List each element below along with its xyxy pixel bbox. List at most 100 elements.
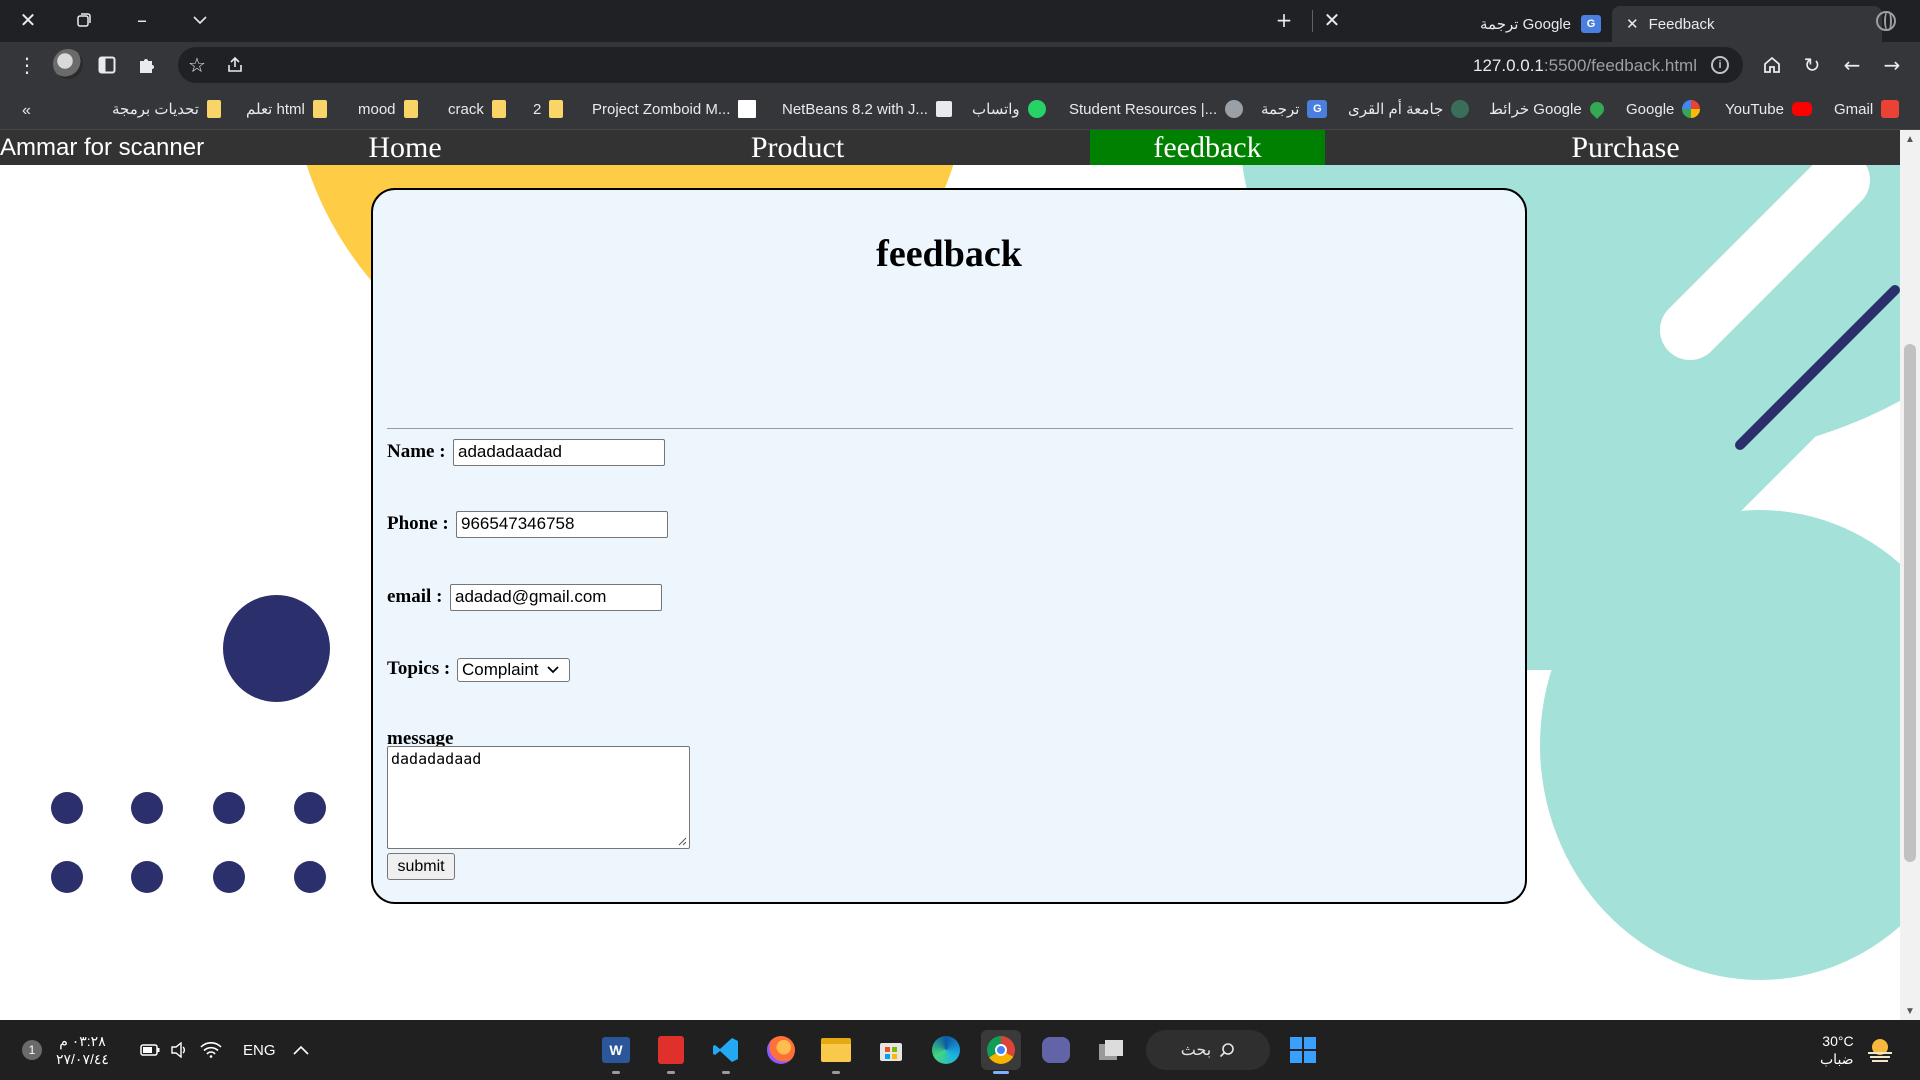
bookmark-label: YouTube: [1725, 100, 1784, 118]
bookmark-folder-crack[interactable]: crack: [448, 96, 506, 122]
gmail-icon: [1881, 100, 1900, 118]
task-view-icon[interactable]: [1091, 1030, 1131, 1070]
bookmark-label: crack: [448, 100, 484, 118]
restore-window-icon[interactable]: [68, 6, 100, 34]
bookmark-netbeans[interactable]: NetBeans 8.2 with J...: [782, 96, 952, 122]
bookmark-label: تعلم html: [246, 101, 305, 118]
bookmark-folder-learn-html[interactable]: تعلم html: [246, 96, 327, 122]
topics-label: Topics :: [387, 658, 451, 679]
folder-icon: [549, 100, 564, 118]
url-text: 127.0.0.1:5500/feedback.html: [1473, 56, 1697, 76]
bookmark-label: جامعة أم القرى: [1348, 101, 1444, 118]
resize-grip-icon[interactable]: [677, 836, 687, 846]
edge-icon[interactable]: [926, 1030, 966, 1070]
new-tab-button[interactable]: +: [1268, 6, 1300, 34]
topics-select[interactable]: Complaint: [457, 658, 570, 682]
close-tab-icon[interactable]: ✕: [1316, 6, 1348, 34]
bookmark-gmail[interactable]: Gmail: [1834, 96, 1900, 122]
tab-google-translate[interactable]: ترجمة Google G: [1466, 6, 1621, 42]
word-icon[interactable]: W: [596, 1030, 636, 1074]
site-navbar: Ammar for scanner Home Product feedback …: [0, 130, 1900, 165]
bookmark-folder-2[interactable]: 2: [533, 96, 564, 122]
teams-icon[interactable]: [1036, 1030, 1076, 1070]
scroll-up-arrow-icon[interactable]: ▲: [1900, 130, 1920, 148]
scroll-down-arrow-icon[interactable]: ▼: [1900, 1002, 1920, 1020]
minimize-window-icon[interactable]: –: [126, 6, 158, 34]
message-textarea[interactable]: dadadadaad: [387, 746, 690, 849]
page-scrollbar[interactable]: ▲ ▼: [1900, 130, 1920, 1020]
search-label: بحث: [1180, 1042, 1212, 1059]
name-input[interactable]: adadadaadad: [453, 439, 665, 466]
tab-feedback[interactable]: ✕ Feedback: [1612, 6, 1882, 42]
bookmark-whatsapp[interactable]: واتساب: [972, 96, 1046, 122]
close-window-icon[interactable]: ✕: [12, 6, 44, 34]
email-input[interactable]: adadad@gmail.com: [450, 584, 662, 611]
tab-title: ترجمة Google: [1480, 16, 1571, 33]
clock-time: ٠٣:٢٨ م: [59, 1033, 106, 1049]
folder-icon: [491, 100, 506, 118]
share-icon[interactable]: [220, 50, 250, 80]
bookmark-google[interactable]: Google: [1626, 96, 1701, 122]
language-indicator[interactable]: ENG: [243, 1020, 276, 1080]
bookmark-student-resources[interactable]: Student Resources |...: [1069, 96, 1244, 122]
clock[interactable]: ٠٣:٢٨ م ٢٧/٠٧/٤٤: [56, 1020, 109, 1080]
bookmark-folder-programming-challenges[interactable]: تحديات برمجة: [112, 96, 221, 122]
submit-button[interactable]: submit: [387, 853, 455, 880]
bookmark-label: Google: [1626, 100, 1675, 118]
store-icon[interactable]: [871, 1030, 911, 1070]
side-panel-icon[interactable]: [92, 50, 122, 80]
globe-icon: [1225, 100, 1244, 118]
notification-badge[interactable]: 1: [22, 1020, 42, 1080]
wifi-icon[interactable]: [200, 1020, 222, 1080]
reload-icon[interactable]: ↻: [1797, 50, 1827, 80]
volume-icon[interactable]: [170, 1020, 188, 1080]
battery-icon[interactable]: [140, 1020, 160, 1080]
folder-icon: [206, 100, 221, 118]
maps-icon: [1586, 99, 1607, 119]
bookmark-umm-al-qura[interactable]: جامعة أم القرى: [1348, 96, 1470, 122]
vscode-icon[interactable]: [706, 1030, 746, 1074]
bookmark-star-icon[interactable]: ☆: [182, 50, 212, 80]
bookmark-folder-mood[interactable]: mood: [358, 96, 418, 122]
bank-icon: [935, 101, 952, 117]
weather-widget[interactable]: 30°C ضباب: [1820, 1020, 1854, 1080]
menu-kebab-icon[interactable]: ⋮: [12, 50, 42, 80]
bookmark-maps[interactable]: خرائط Google: [1489, 96, 1607, 122]
extensions-puzzle-icon[interactable]: [132, 50, 162, 80]
scroll-thumb[interactable]: [1904, 344, 1916, 862]
topics-selected-value: Complaint: [462, 660, 539, 679]
weather-desc: ضباب: [1820, 1051, 1854, 1067]
address-bar[interactable]: ☆ 127.0.0.1:5500/feedback.html i: [178, 47, 1743, 83]
firefox-icon[interactable]: [761, 1030, 801, 1070]
bookmark-translate[interactable]: ترجمة G: [1261, 96, 1328, 122]
tab-search-chevron-icon[interactable]: [184, 6, 216, 34]
bookmark-label: mood: [358, 100, 396, 118]
chrome-icon[interactable]: [981, 1030, 1021, 1074]
taskbar-search[interactable]: بحث: [1146, 1030, 1270, 1070]
tab-divider: [1312, 10, 1313, 32]
google-icon: [1682, 100, 1701, 118]
windows-taskbar: 1 ٠٣:٢٨ م ٢٧/٠٧/٤٤ ENG W بحث 30°C ضباب: [0, 1020, 1920, 1080]
acrobat-icon[interactable]: [651, 1030, 691, 1074]
nav-link-product[interactable]: Product: [680, 130, 915, 165]
site-info-icon[interactable]: i: [1711, 56, 1729, 74]
home-icon[interactable]: [1757, 50, 1787, 80]
nav-link-home[interactable]: Home: [290, 130, 520, 165]
university-icon: [1451, 100, 1470, 118]
nav-link-purchase[interactable]: Purchase: [1508, 130, 1743, 165]
tray-overflow-chevron-icon[interactable]: [293, 1020, 309, 1080]
bookmark-youtube[interactable]: YouTube: [1725, 96, 1812, 122]
nav-link-feedback[interactable]: feedback: [1090, 130, 1325, 165]
bookmarks-overflow-icon[interactable]: «: [22, 102, 31, 120]
forward-arrow-icon[interactable]: →: [1877, 50, 1907, 80]
file-explorer-icon[interactable]: [816, 1030, 856, 1074]
phone-input[interactable]: 966547346758: [456, 511, 668, 538]
back-arrow-icon[interactable]: ←: [1837, 50, 1867, 80]
profile-avatar[interactable]: [53, 49, 83, 79]
bookmark-label: NetBeans 8.2 with J...: [782, 100, 928, 118]
chevron-down-icon: [546, 666, 559, 674]
windows-start-icon[interactable]: [1283, 1030, 1323, 1070]
bookmark-project-zomboid[interactable]: Project Zomboid M...: [592, 96, 757, 122]
close-tab-icon[interactable]: ✕: [1626, 15, 1639, 33]
profile-globe-icon[interactable]: [1876, 11, 1896, 31]
